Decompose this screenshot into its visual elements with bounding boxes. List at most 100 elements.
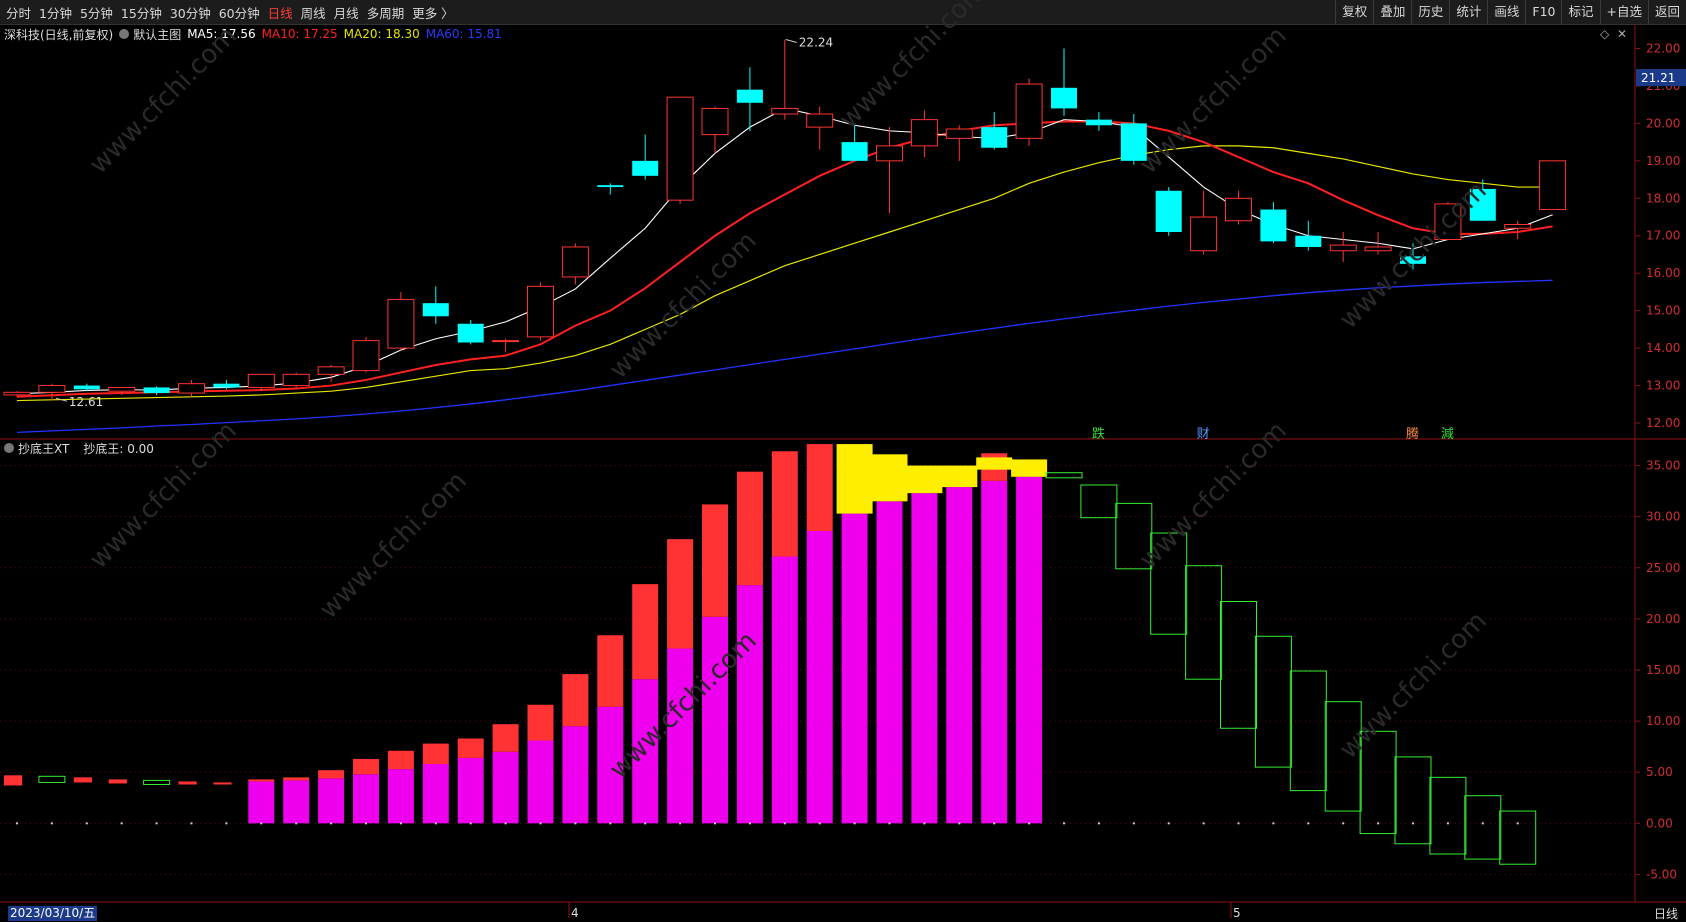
- indicator-small-bar: [178, 781, 197, 785]
- zero-dot: [85, 822, 88, 825]
- zero-dot: [190, 822, 193, 825]
- ma5-line: [16, 107, 1553, 395]
- main-ytick-label: 12.00: [1646, 416, 1680, 430]
- main-ytick-label: 16.00: [1646, 266, 1680, 280]
- candle-body-down: [457, 323, 484, 343]
- zero-dot: [993, 822, 996, 825]
- indicator-bar-red: [353, 758, 379, 775]
- indicator-outline-bar: [1254, 635, 1292, 768]
- ind-ytick-label: 0.00: [1646, 816, 1673, 830]
- indicator-small-bar: [38, 775, 66, 783]
- ind-ytick-label: 35.00: [1646, 459, 1680, 473]
- candle-body-up: [352, 340, 380, 372]
- main-ytick-label: 14.00: [1646, 341, 1680, 355]
- indicator-bar-red: [318, 770, 345, 779]
- indicator-bar-magenta: [492, 751, 519, 824]
- ind-ytick-label: 30.00: [1646, 510, 1680, 524]
- zero-dot: [818, 822, 821, 825]
- indicator-bar-magenta: [736, 585, 763, 824]
- zero-dot: [679, 822, 682, 825]
- zero-dot: [1097, 822, 1100, 825]
- watermark: www.cfchi.com: [604, 226, 763, 385]
- ma10-line: [16, 120, 1553, 398]
- ind-ytick-label: 25.00: [1646, 561, 1680, 575]
- watermark: www.cfchi.com: [1134, 21, 1293, 180]
- indicator-small-bar: [143, 779, 171, 785]
- zero-dot: [120, 822, 123, 825]
- ma60-line: [16, 279, 1553, 434]
- indicator-bar-red: [562, 674, 589, 727]
- indicator-bar-yellow: [1011, 459, 1048, 477]
- candle-body-down: [597, 185, 624, 188]
- current-price-label: 21.21: [1641, 71, 1675, 85]
- zero-dot: [16, 822, 18, 825]
- zero-dot: [888, 822, 891, 825]
- zero-dot: [1063, 822, 1065, 825]
- indicator-bar-red: [667, 539, 694, 649]
- indicator-outline-bar: [1220, 601, 1257, 729]
- main-ytick-label: 15.00: [1646, 304, 1680, 318]
- main-ytick-label: 13.00: [1646, 379, 1680, 393]
- indicator-bar-red: [422, 743, 449, 765]
- zero-dot: [714, 822, 716, 825]
- indicator-bar-red: [632, 584, 659, 680]
- zero-dot: [155, 822, 158, 825]
- indicator-bar-red: [492, 724, 519, 752]
- chart-canvas[interactable]: 22.0021.0020.0019.0018.0017.0016.0015.00…: [0, 0, 1686, 922]
- diamond-icon: ◇: [1600, 27, 1610, 41]
- candle-body-down: [73, 385, 100, 390]
- zero-dot: [260, 822, 263, 825]
- candle-body-up: [3, 391, 31, 396]
- zero-dot: [748, 822, 751, 825]
- candle-body-up: [282, 373, 310, 387]
- ind-ytick-label: 10.00: [1646, 714, 1680, 728]
- indicator-bar-magenta: [911, 493, 938, 824]
- indicator-bar-red: [736, 471, 763, 586]
- candle-body-down: [981, 127, 1008, 148]
- zero-dot: [1237, 822, 1240, 825]
- candle-body-up: [701, 107, 729, 136]
- zero-dot: [469, 822, 472, 825]
- candle-body-up: [876, 145, 903, 162]
- watermark: www.cfchi.com: [834, 0, 993, 135]
- watermark: www.cfchi.com: [1134, 416, 1293, 575]
- candle-body-up: [806, 113, 834, 128]
- indicator-bar-magenta: [806, 530, 833, 824]
- zero-dot: [365, 822, 367, 825]
- candle-body-down: [1260, 209, 1287, 242]
- candle-body-up: [38, 385, 66, 393]
- zero-dot: [1342, 822, 1345, 825]
- indicator-outline-bar: [1499, 810, 1537, 865]
- zero-dot: [295, 822, 298, 825]
- indicator-bar-magenta: [457, 757, 484, 824]
- month-label-5: 5: [1233, 906, 1241, 920]
- indicator-bar-magenta: [562, 726, 589, 824]
- indicator-bar-magenta: [387, 769, 414, 824]
- zero-dot: [1132, 822, 1135, 825]
- zero-dot: [609, 822, 612, 825]
- candle-body-up: [1225, 197, 1252, 222]
- indicator-bar-red: [283, 777, 310, 781]
- indicator-small-bar: [73, 777, 92, 783]
- indicator-small-bar: [108, 779, 127, 784]
- zero-dot: [225, 822, 228, 825]
- zero-dot: [1412, 822, 1414, 825]
- candle-body-down: [422, 303, 449, 317]
- candle-body-up: [1504, 224, 1532, 229]
- candle-body-up: [1190, 216, 1218, 252]
- watermark: www.cfchi.com: [314, 466, 473, 625]
- indicator-bar-red: [248, 779, 275, 782]
- indicator-outline-bar: [1429, 776, 1467, 855]
- main-ytick-label: 17.00: [1646, 229, 1680, 243]
- zero-dot: [1272, 822, 1275, 825]
- indicator-bar-magenta: [318, 778, 345, 824]
- signal-label: 腾: [1406, 426, 1419, 442]
- candle-body-up: [108, 386, 136, 392]
- indicator-bar-magenta: [248, 781, 275, 824]
- signal-label: 跌: [1092, 426, 1105, 442]
- indicator-outline-bar: [1185, 565, 1223, 680]
- indicator-bar-magenta: [1016, 476, 1043, 824]
- watermark: www.cfchi.com: [1334, 176, 1493, 335]
- zero-dot: [1446, 822, 1449, 825]
- zero-dot: [1377, 822, 1380, 825]
